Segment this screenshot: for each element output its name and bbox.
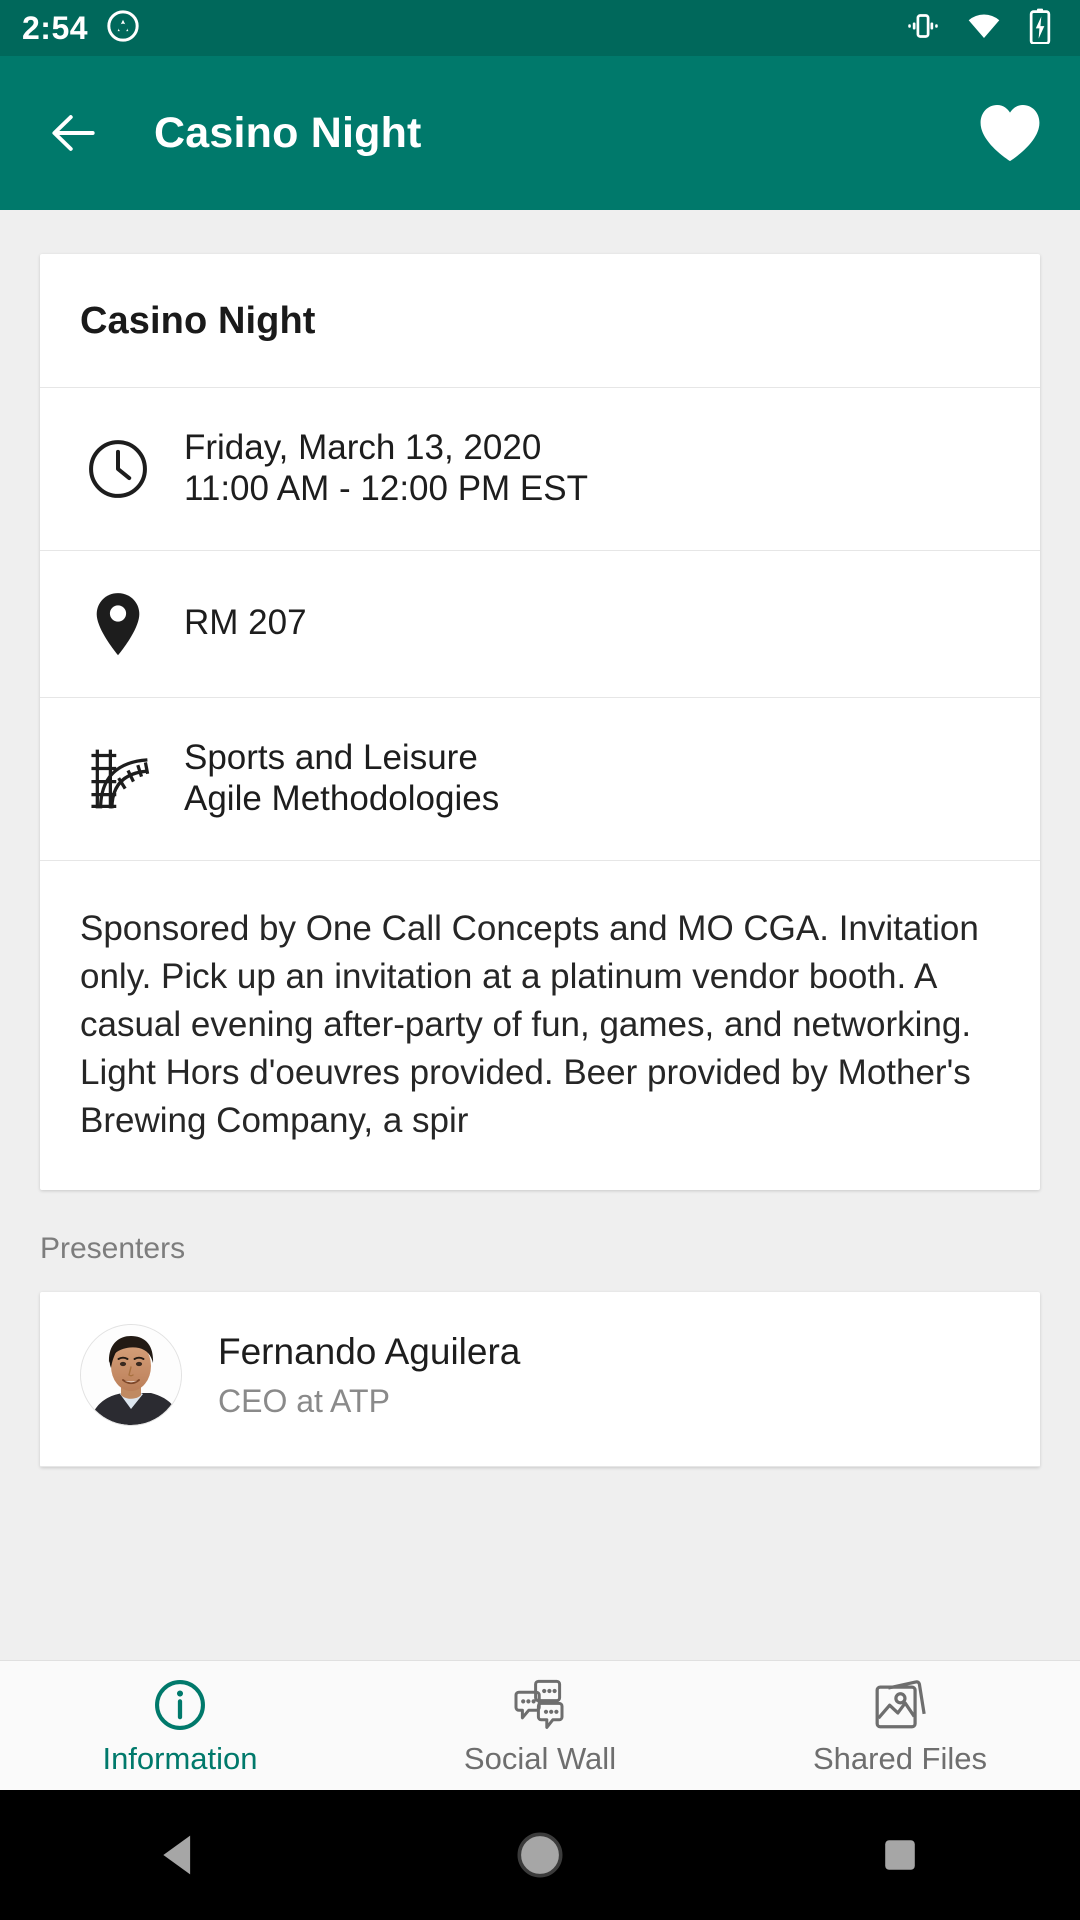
- event-subcategory: Agile Methodologies: [184, 778, 500, 818]
- phone-screen: 2:54 Casino Night Casino Night Friday, M…: [0, 0, 1080, 1920]
- railroad-track-icon: [80, 742, 156, 816]
- back-button[interactable]: [42, 101, 106, 165]
- status-bar-clock: 2:54: [22, 10, 89, 46]
- event-datetime-text: Friday, March 13, 2020 11:00 AM - 12:00 …: [184, 428, 588, 510]
- photo-stack-icon: [872, 1677, 928, 1733]
- tab-social-wall[interactable]: Social Wall: [360, 1661, 720, 1790]
- event-datetime-row: Friday, March 13, 2020 11:00 AM - 12:00 …: [40, 388, 1040, 551]
- map-pin-icon: [80, 591, 156, 657]
- tab-information[interactable]: Information: [0, 1661, 360, 1790]
- tab-information-label: Information: [102, 1741, 258, 1776]
- bottom-tab-bar: Information Social Wall Shared Files: [0, 1660, 1080, 1790]
- circle-home-icon: [517, 1832, 563, 1878]
- presenter-role: CEO at ATP: [218, 1383, 390, 1420]
- scroll-content[interactable]: Casino Night Friday, March 13, 2020 11:0…: [0, 210, 1080, 1660]
- status-bar: 2:54: [0, 0, 1080, 56]
- vibrate-icon: [906, 9, 940, 48]
- event-room: RM 207: [184, 603, 307, 643]
- chat-bubbles-icon: [512, 1677, 568, 1733]
- event-category: Sports and Leisure: [184, 737, 478, 777]
- avatar: [80, 1324, 182, 1427]
- event-details-card: Casino Night Friday, March 13, 2020 11:0…: [40, 254, 1040, 1191]
- nav-back-button[interactable]: [120, 1795, 240, 1915]
- wifi-icon: [966, 9, 1002, 48]
- arrow-back-icon: [52, 115, 95, 151]
- status-bar-right-icons: [906, 8, 1058, 49]
- event-date: Friday, March 13, 2020: [184, 428, 542, 467]
- event-track-text: Sports and Leisure Agile Methodologies: [184, 738, 499, 820]
- clock-icon: [80, 437, 156, 501]
- android-nav-bar: [0, 1790, 1080, 1920]
- list-item[interactable]: Fernando Aguilera CEO at ATP: [40, 1292, 1040, 1468]
- info-circle-icon: [153, 1677, 207, 1733]
- event-title: Casino Night: [40, 254, 1040, 388]
- event-location-row: RM 207: [40, 551, 1040, 698]
- screenshot-capture-icon: [106, 9, 140, 48]
- square-recents-icon: [885, 1840, 915, 1870]
- tab-shared-files[interactable]: Shared Files: [720, 1661, 1080, 1790]
- heart-filled-icon: [980, 104, 1040, 162]
- battery-charging-icon: [1028, 8, 1052, 49]
- page-title: Casino Night: [154, 108, 422, 157]
- presenters-card: Fernando Aguilera CEO at ATP: [40, 1292, 1040, 1468]
- presenter-info: Fernando Aguilera CEO at ATP: [218, 1330, 520, 1421]
- presenter-photo: [81, 1325, 181, 1426]
- presenter-name: Fernando Aguilera: [218, 1331, 521, 1373]
- event-track-row: Sports and Leisure Agile Methodologies: [40, 698, 1040, 861]
- tab-social-wall-label: Social Wall: [463, 1741, 617, 1776]
- presenters-section-label: Presenters: [40, 1232, 186, 1266]
- event-location-text: RM 207: [184, 603, 307, 644]
- event-time-range: 11:00 AM - 12:00 PM EST: [184, 468, 588, 508]
- app-bar: Casino Night: [0, 56, 1080, 210]
- triangle-back-icon: [163, 1835, 191, 1875]
- nav-recents-button[interactable]: [840, 1795, 960, 1915]
- nav-home-button[interactable]: [480, 1795, 600, 1915]
- event-description: Sponsored by One Call Concepts and MO CG…: [80, 908, 979, 1140]
- status-bar-left-icons: [106, 9, 140, 48]
- tab-shared-files-label: Shared Files: [812, 1741, 988, 1776]
- favorite-button[interactable]: [974, 97, 1046, 169]
